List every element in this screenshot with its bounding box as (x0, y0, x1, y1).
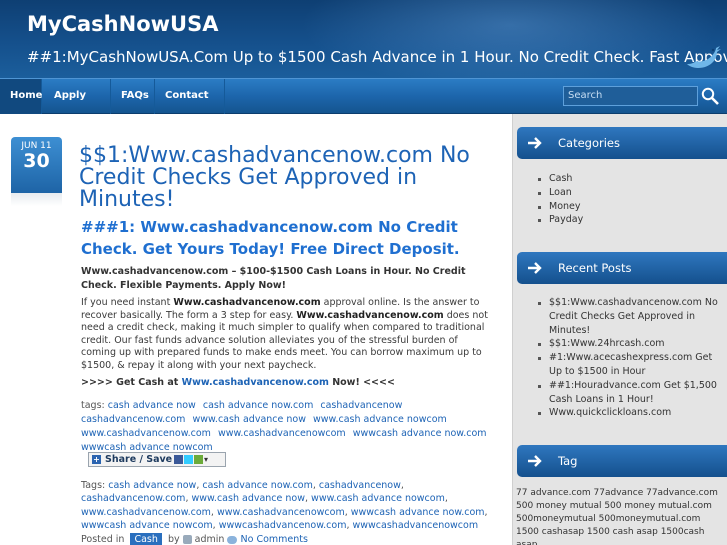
tag-widget-header: Tag (517, 445, 727, 477)
site-header: MyCashNowUSA ##1:MyCashNowUSA.Com Up to … (0, 0, 727, 78)
sidebar: Categories Cash Loan Money Payday Recent… (513, 114, 727, 545)
share-save-button[interactable]: + Share / Save ▾ (88, 452, 226, 467)
tag-link[interactable]: wwwcashadvancenow.com (219, 520, 347, 531)
by-label: by (167, 534, 180, 545)
tag-link[interactable]: www.cash advance now (192, 414, 306, 425)
category-item[interactable]: Payday (536, 213, 726, 227)
category-item[interactable]: Money (536, 200, 726, 214)
categories-widget-header: Categories (517, 127, 727, 159)
recent-posts-widget-header: Recent Posts (517, 252, 727, 284)
tag-link[interactable]: www.cashadvancenowcom (217, 507, 345, 518)
twitter-icon (184, 455, 193, 464)
categories-title: Categories (558, 136, 620, 150)
author-link[interactable]: admin (195, 534, 225, 545)
category-item[interactable]: Cash (536, 172, 726, 186)
tag-link[interactable]: www.cash advance nowcom (311, 493, 445, 504)
post-tags: Tags: cash advance now, cash advance now… (81, 480, 488, 532)
tag-link[interactable]: www.cash advance nowcom (313, 414, 447, 425)
nav-faqs[interactable]: FAQs (111, 79, 155, 114)
tag-link[interactable]: cash advance now (108, 400, 196, 411)
date-day: 30 (23, 150, 50, 172)
body-bold-1: Www.cashadvancenow.com (173, 297, 321, 308)
tag-link[interactable]: www.cashadvancenow.com (81, 507, 211, 518)
search-input[interactable]: Search (563, 86, 698, 106)
tag-link[interactable]: cashadvancenow (320, 400, 402, 411)
comments-link[interactable]: No Comments (241, 534, 308, 545)
header-glow (300, 0, 720, 78)
post-meta: Posted in Cash by admin No Comments (81, 533, 501, 545)
tag-link[interactable]: www.cashadvancenow.com (81, 428, 211, 439)
date-badge: JUN 11 30 (11, 137, 62, 193)
recent-post-item[interactable]: ##1:Houradvance.com Get $1,500 Cash Loan… (536, 379, 726, 407)
recent-post-item[interactable]: #1:Www.acecashexpress.com Get Up to $150… (536, 351, 726, 379)
tag-link[interactable]: wwwcashadvancenowcom (353, 520, 479, 531)
tag-cloud[interactable]: 77 advance.com 77advance 77advance.com 5… (516, 487, 723, 545)
tag-link[interactable]: www.cashadvancenowcom (218, 428, 346, 439)
tags-label: tags: (81, 400, 105, 411)
get-cash-line: >>>> Get Cash at Www.cashadvancenow.com … (81, 377, 501, 388)
nav-home[interactable]: Home (0, 79, 42, 114)
recent-post-item[interactable]: $$1:Www.cashadvancenow.com No Credit Che… (536, 296, 726, 337)
main-nav: Home Apply Now FAQs Contact Us Search (0, 78, 727, 135)
tag-link[interactable]: wwwcash advance nowcom (81, 520, 213, 531)
main-content: JUN 11 30 $$1:Www.cashadvancenow.com No … (0, 114, 513, 545)
post-lead: Www.cashadvancenow.com – $100-$1500 Cash… (81, 266, 466, 291)
posted-in-label: Posted in (81, 534, 125, 545)
tag-link[interactable]: cash advance now.com (202, 480, 312, 491)
post-subheading: ###1: Www.cashadvancenow.com No Credit C… (81, 218, 460, 258)
nav-contact-us[interactable]: Contact Us (155, 79, 225, 135)
get-cash-link[interactable]: Www.cashadvancenow.com (182, 377, 329, 388)
category-item[interactable]: Loan (536, 186, 726, 200)
recent-posts-list: $$1:Www.cashadvancenow.com No Credit Che… (536, 296, 726, 420)
tags2-label: Tags: (81, 480, 106, 491)
arrow-right-icon (528, 455, 542, 467)
twitter-bird-icon[interactable] (686, 44, 724, 70)
tag-link[interactable]: wwwcash advance now.com (353, 428, 487, 439)
share-plus-icon: + (92, 455, 101, 464)
arrow-right-icon (528, 137, 542, 149)
search-icon[interactable] (700, 86, 720, 106)
post-body: If you need instant Www.cashadvancenow.c… (81, 297, 493, 373)
tag-link[interactable]: wwwcash advance now.com (351, 507, 485, 518)
category-link[interactable]: Cash (130, 533, 162, 545)
categories-list: Cash Loan Money Payday (536, 172, 726, 227)
post-title[interactable]: $$1:Www.cashadvancenow.com No Credit Che… (79, 145, 499, 211)
site-description: ##1:MyCashNowUSA.Com Up to $1500 Cash Ad… (27, 48, 727, 66)
recent-post-item[interactable]: $$1:Www.24hrcash.com (536, 337, 726, 351)
comment-icon (227, 535, 238, 544)
chevron-down-icon: ▾ (204, 455, 213, 464)
author-icon (182, 535, 192, 544)
tag-link[interactable]: cashadvancenow.com (81, 493, 185, 504)
tag-link[interactable]: cash advance now (108, 480, 196, 491)
tags-block: tags: cash advance now cash advance now.… (81, 399, 501, 455)
share-label: Share / Save (105, 454, 173, 465)
bookmark-icon (194, 455, 203, 464)
body-bold-2: Www.cashadvancenow.com (296, 309, 444, 321)
get-cash-suffix: Now! <<<< (332, 377, 395, 388)
tag-link[interactable]: cash advance now.com (203, 400, 313, 411)
tag-link[interactable]: cashadvancenow.com (81, 414, 185, 425)
body-text-1: If you need instant (81, 297, 171, 308)
tag-link[interactable]: cashadvancenow (319, 480, 401, 491)
nav-apply-now[interactable]: Apply Now (44, 79, 111, 135)
tag-link[interactable]: www.cash advance now (192, 493, 306, 504)
tag-title: Tag (558, 454, 578, 468)
share-icons: ▾ (174, 455, 214, 468)
site-title[interactable]: MyCashNowUSA (27, 12, 218, 36)
recent-posts-title: Recent Posts (558, 261, 632, 275)
arrow-right-icon (528, 262, 542, 274)
get-cash-prefix: >>>> Get Cash at (81, 377, 179, 388)
facebook-icon (174, 455, 183, 464)
recent-post-item[interactable]: Www.quickclickloans.com (536, 406, 726, 420)
